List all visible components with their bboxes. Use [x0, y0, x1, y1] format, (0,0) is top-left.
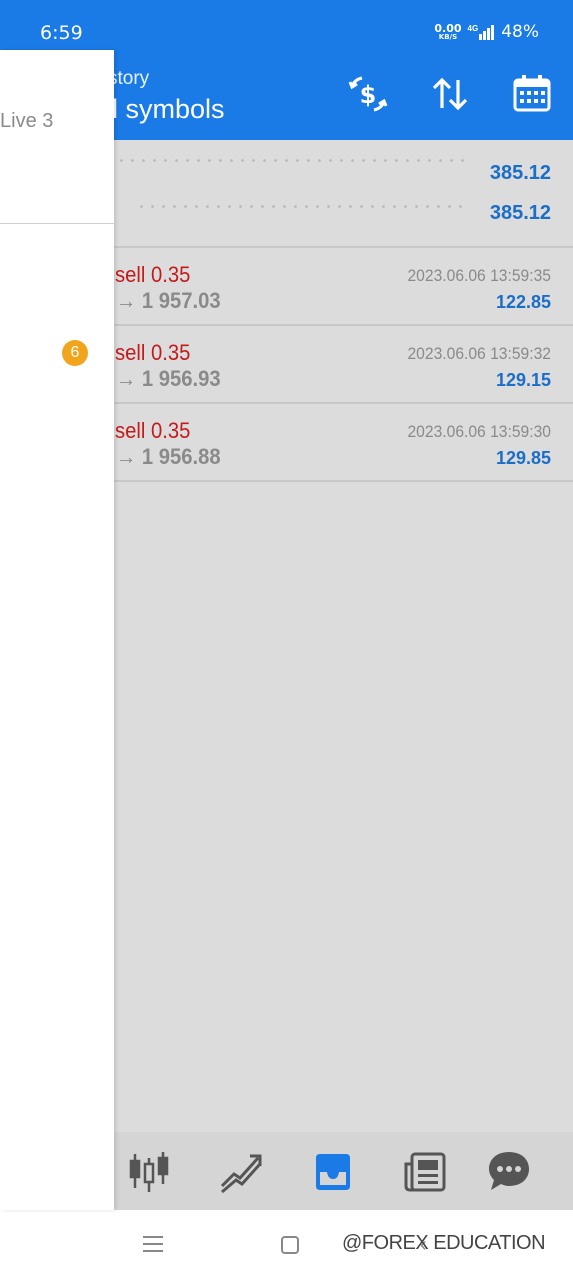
watermark: @FOREX EDUCATION: [342, 1232, 546, 1254]
status-bar: 6:59 0.00 KB/S 4G 48%: [0, 0, 573, 50]
drawer-divider: [0, 223, 114, 224]
deal-type: sell 0.35: [115, 340, 191, 365]
network-speed-unit: KB/S: [438, 33, 458, 41]
deal-price: → 1 956.93: [116, 366, 221, 391]
deal-type: sell 0.35: [115, 262, 191, 287]
deal-type: sell 0.35: [115, 418, 191, 443]
signal-icon: 4G: [468, 24, 496, 40]
status-icons: 0.00 KB/S 4G 48%: [434, 22, 539, 42]
deal-profit: 129.85: [495, 448, 551, 468]
currency-exchange-icon[interactable]: $: [346, 72, 390, 116]
system-navigation-bar: ‹ @FOREX EDUCATION: [0, 1210, 573, 1280]
account-label[interactable]: Live 3: [0, 110, 53, 133]
sort-icon[interactable]: [428, 72, 472, 116]
leader-dots: [136, 205, 466, 208]
summary-value-2: 385.12: [489, 202, 551, 224]
status-time: 6:59: [40, 22, 83, 44]
network-type: 4G: [467, 24, 479, 33]
chart-icon[interactable]: [218, 1148, 264, 1194]
quotes-icon[interactable]: [126, 1148, 172, 1194]
deal-profit: 122.85: [495, 292, 551, 312]
navigation-drawer[interactable]: Live 3 6: [0, 50, 114, 1210]
calendar-icon[interactable]: [510, 72, 554, 116]
deal-profit: 129.15: [495, 370, 551, 390]
header-title[interactable]: l symbols: [112, 94, 225, 125]
deal-time: 2023.06.06 13:59:35: [407, 266, 551, 285]
deal-time: 2023.06.06 13:59:32: [407, 344, 551, 363]
history-icon[interactable]: [310, 1148, 356, 1194]
deal-time: 2023.06.06 13:59:30: [407, 422, 551, 441]
home-icon[interactable]: [281, 1236, 299, 1254]
news-icon[interactable]: [402, 1148, 448, 1194]
deal-price: → 1 956.88: [116, 444, 221, 469]
leader-dots: [116, 159, 466, 162]
chat-icon[interactable]: [486, 1148, 532, 1194]
network-speed: 0.00 KB/S: [434, 23, 461, 41]
recent-apps-icon[interactable]: [143, 1235, 163, 1253]
notification-badge: 6: [62, 340, 88, 366]
header-subtitle: story: [108, 68, 150, 89]
deal-price: → 1 957.03: [116, 288, 221, 313]
svg-text:$: $: [360, 81, 377, 109]
battery-level: 48%: [501, 22, 539, 42]
